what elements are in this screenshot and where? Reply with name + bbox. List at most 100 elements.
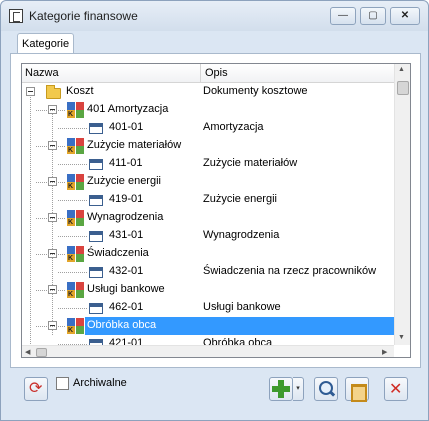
scroll-down-icon[interactable]: ▼ — [398, 334, 405, 341]
tree-item-name[interactable]: Świadczenia — [85, 245, 151, 263]
app-icon — [9, 9, 23, 23]
category-icon-part — [76, 146, 84, 154]
tree-connector — [58, 308, 87, 309]
refresh-button[interactable] — [24, 377, 48, 401]
category-icon-part — [67, 318, 75, 326]
tree-item-name[interactable]: Zużycie energii — [85, 173, 163, 191]
delete-button[interactable] — [345, 377, 369, 402]
tree-connector — [58, 164, 87, 165]
tree-row[interactable]: K Świadczenia — [22, 245, 394, 263]
scroll-left-icon[interactable]: ◀ — [25, 348, 30, 356]
document-icon — [89, 195, 103, 206]
tree-item-name[interactable]: 432-01 — [107, 263, 145, 281]
scroll-up-icon[interactable]: ▲ — [398, 66, 405, 73]
title-bar[interactable]: Kategorie finansowe — ▢ ✕ — [1, 1, 428, 31]
category-icon: K — [67, 138, 85, 154]
vertical-scrollbar[interactable]: ▲ ▼ — [394, 64, 410, 345]
horizontal-scroll-thumb[interactable] — [36, 348, 47, 357]
category-icon-part — [76, 318, 84, 326]
tree-connector — [58, 128, 87, 129]
horizontal-scrollbar[interactable]: ◀ ▶ — [22, 345, 394, 357]
category-icon-mark: K — [68, 327, 74, 334]
category-icon-mark: K — [68, 255, 74, 262]
tree-item-description: Amortyzacja — [203, 121, 264, 133]
tree-row[interactable]: 432-01 Świadczenia na rzecz pracowników — [22, 263, 394, 281]
tree-row[interactable]: K Obróbka obca — [22, 317, 394, 335]
category-icon-mark: K — [68, 111, 74, 118]
category-icon-part — [67, 138, 75, 146]
tree-row[interactable]: 401-01 Amortyzacja — [22, 119, 394, 137]
category-icon-mark: K — [68, 291, 74, 298]
add-dropdown-button[interactable]: ▾ — [293, 377, 304, 401]
search-button[interactable] — [314, 377, 338, 401]
tree-row[interactable]: 462-01 Usługi bankowe — [22, 299, 394, 317]
category-icon-part — [76, 182, 84, 190]
category-icon: K — [67, 102, 85, 118]
tree-row[interactable]: 411-01 Zużycie materiałów — [22, 155, 394, 173]
category-icon: K — [67, 246, 85, 262]
tree-row[interactable]: Koszt Dokumenty kosztowe — [22, 83, 394, 101]
tree-item-name[interactable]: Koszt — [64, 83, 96, 101]
window: Kategorie finansowe — ▢ ✕ Kategorie Nazw… — [0, 0, 429, 421]
column-separator[interactable] — [200, 64, 201, 83]
archiwalne-label[interactable]: Archiwalne — [73, 377, 127, 389]
tree-connector — [36, 218, 65, 219]
column-header-nazwa[interactable]: Nazwa — [25, 67, 59, 79]
category-icon-part — [76, 218, 84, 226]
tree-item-name[interactable]: 411-01 — [107, 155, 144, 173]
tree-item-name[interactable]: 431-01 — [107, 227, 145, 245]
category-icon-part — [76, 210, 84, 218]
tree-row[interactable]: K Wynagrodzenia — [22, 209, 394, 227]
collapse-icon[interactable] — [26, 87, 35, 96]
tree-row[interactable]: K Usługi bankowe — [22, 281, 394, 299]
tree-row[interactable]: 431-01 Wynagrodzenia — [22, 227, 394, 245]
archiwalne-checkbox[interactable] — [56, 377, 69, 390]
category-icon: K — [67, 318, 85, 334]
category-icon-part — [67, 282, 75, 290]
category-tree-grid: Nazwa Opis Koszt Dokumenty kosztowe K 401 A… — [21, 63, 411, 358]
minimize-button[interactable]: — — [330, 7, 356, 25]
tree-item-name[interactable]: Obróbka obca — [85, 317, 201, 335]
category-icon-part — [67, 246, 75, 254]
tree-connector — [58, 236, 87, 237]
category-icon-part — [76, 282, 84, 290]
tree-item-name[interactable]: Zużycie materiałów — [85, 137, 183, 155]
tree-item-name[interactable]: Usługi bankowe — [85, 281, 167, 299]
maximize-button[interactable]: ▢ — [360, 7, 386, 25]
category-icon: K — [67, 210, 85, 226]
tree-item-name[interactable]: 419-01 — [107, 191, 145, 209]
tree-item-description: Dokumenty kosztowe — [203, 85, 308, 97]
close-button[interactable] — [384, 377, 408, 401]
tree-item-name[interactable]: 401 Amortyzacja — [85, 101, 170, 119]
tree-item-name[interactable]: 462-01 — [107, 299, 145, 317]
tree-connector — [58, 200, 87, 201]
add-button[interactable] — [269, 377, 293, 401]
tree-item-name[interactable]: Wynagrodzenia — [85, 209, 165, 227]
document-icon — [89, 267, 103, 278]
tree-row[interactable]: K 401 Amortyzacja — [22, 101, 394, 119]
tree-connector — [36, 110, 65, 111]
column-header-opis[interactable]: Opis — [205, 67, 228, 79]
tree-item-description: Zużycie materiałów — [203, 157, 298, 169]
tree-row[interactable]: K Zużycie energii — [22, 173, 394, 191]
window-title: Kategorie finansowe — [29, 9, 138, 23]
category-icon-part — [76, 138, 84, 146]
document-icon — [89, 303, 103, 314]
close-window-button[interactable]: ✕ — [390, 7, 420, 25]
vertical-scroll-thumb[interactable] — [397, 81, 409, 95]
category-icon-part — [76, 110, 84, 118]
category-icon-part — [67, 102, 75, 110]
footer-toolbar: Archiwalne ▾ — [1, 368, 428, 420]
tab-panel: Nazwa Opis Koszt Dokumenty kosztowe K 401 A… — [10, 53, 421, 368]
category-icon-part — [67, 174, 75, 182]
category-icon-part — [76, 254, 84, 262]
tree-item-description: Świadczenia na rzecz pracowników — [203, 265, 377, 277]
category-icon-part — [76, 102, 84, 110]
tree-row[interactable]: K Zużycie materiałów — [22, 137, 394, 155]
tab-kategorie[interactable]: Kategorie — [17, 33, 74, 54]
tree-row[interactable]: 419-01 Zużycie energii — [22, 191, 394, 209]
category-icon: K — [67, 174, 85, 190]
tree-connector — [36, 290, 65, 291]
scroll-right-icon[interactable]: ▶ — [382, 348, 387, 356]
tree-item-name[interactable]: 401-01 — [107, 119, 145, 137]
